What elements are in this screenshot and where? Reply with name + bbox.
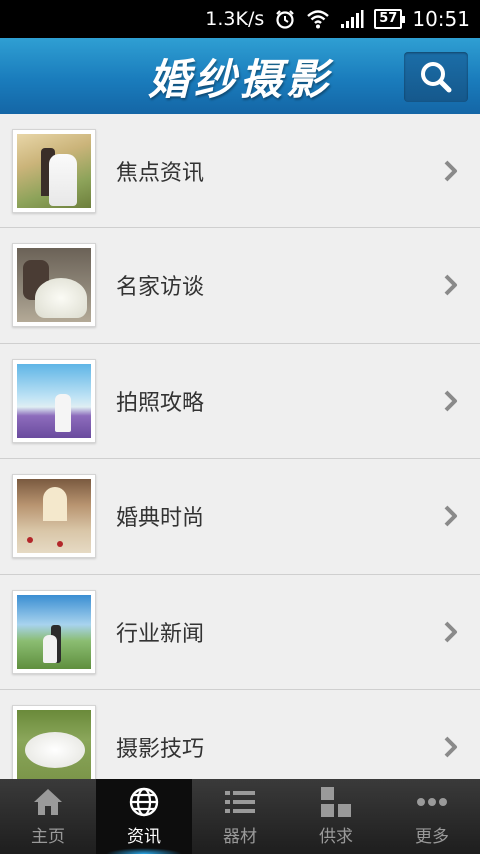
nav-label: 更多 — [415, 827, 449, 847]
nav-item-equipment[interactable]: 器材 — [192, 779, 288, 854]
thumbnail — [12, 705, 96, 779]
nav-item-supply[interactable]: 供求 — [288, 779, 384, 854]
list-item[interactable]: 摄影技巧 — [0, 690, 480, 779]
list-item-label: 焦点资讯 — [116, 160, 205, 186]
nav-label: 主页 — [31, 827, 65, 847]
home-icon — [32, 786, 64, 818]
search-button[interactable] — [404, 52, 468, 102]
app-header: 婚纱摄影 — [0, 38, 480, 114]
category-list: 焦点资讯 名家访谈 拍照攻略 婚典时尚 行业新闻 摄影技巧 — [0, 114, 480, 779]
thumbnail — [12, 589, 96, 674]
list-item-label: 婚典时尚 — [116, 506, 205, 532]
list-item[interactable]: 婚典时尚 — [0, 459, 480, 575]
status-bar: 1.3K/s 57 10:51 — [0, 0, 480, 38]
list-icon — [224, 786, 256, 818]
thumbnail — [12, 474, 96, 559]
nav-item-more[interactable]: 更多 — [384, 779, 480, 854]
alarm-icon — [274, 8, 296, 30]
grid-icon — [320, 786, 352, 818]
chevron-right-icon — [444, 274, 457, 296]
network-speed: 1.3K/s — [205, 8, 265, 30]
list-item[interactable]: 行业新闻 — [0, 574, 480, 690]
chevron-right-icon — [444, 621, 457, 643]
battery-icon: 57 — [374, 9, 406, 29]
list-item[interactable]: 名家访谈 — [0, 228, 480, 344]
nav-label: 供求 — [319, 827, 353, 847]
thumbnail — [12, 243, 96, 328]
list-item-label: 行业新闻 — [116, 621, 205, 647]
more-icon — [416, 786, 448, 818]
nav-label: 器材 — [223, 827, 257, 847]
thumbnail — [12, 128, 96, 213]
signal-icon — [340, 9, 364, 29]
nav-label: 资讯 — [127, 827, 161, 847]
app-title: 婚纱摄影 — [147, 54, 332, 104]
globe-icon — [128, 786, 160, 818]
list-item-label: 拍照攻略 — [116, 390, 205, 416]
nav-item-home[interactable]: 主页 — [0, 779, 96, 854]
thumbnail — [12, 358, 96, 443]
list-item-label: 名家访谈 — [116, 275, 205, 301]
chevron-right-icon — [444, 390, 457, 412]
list-item-label: 摄影技巧 — [116, 737, 205, 763]
clock: 10:51 — [412, 7, 470, 31]
wifi-icon — [306, 9, 330, 29]
nav-item-news[interactable]: 资讯 — [96, 779, 192, 854]
search-icon — [421, 62, 452, 93]
chevron-right-icon — [444, 736, 457, 758]
bottom-nav: 主页 资讯 器材 供求 更多 — [0, 779, 480, 854]
chevron-right-icon — [444, 160, 457, 181]
list-item[interactable]: 焦点资讯 — [0, 114, 480, 228]
chevron-right-icon — [444, 505, 457, 527]
list-item[interactable]: 拍照攻略 — [0, 343, 480, 459]
